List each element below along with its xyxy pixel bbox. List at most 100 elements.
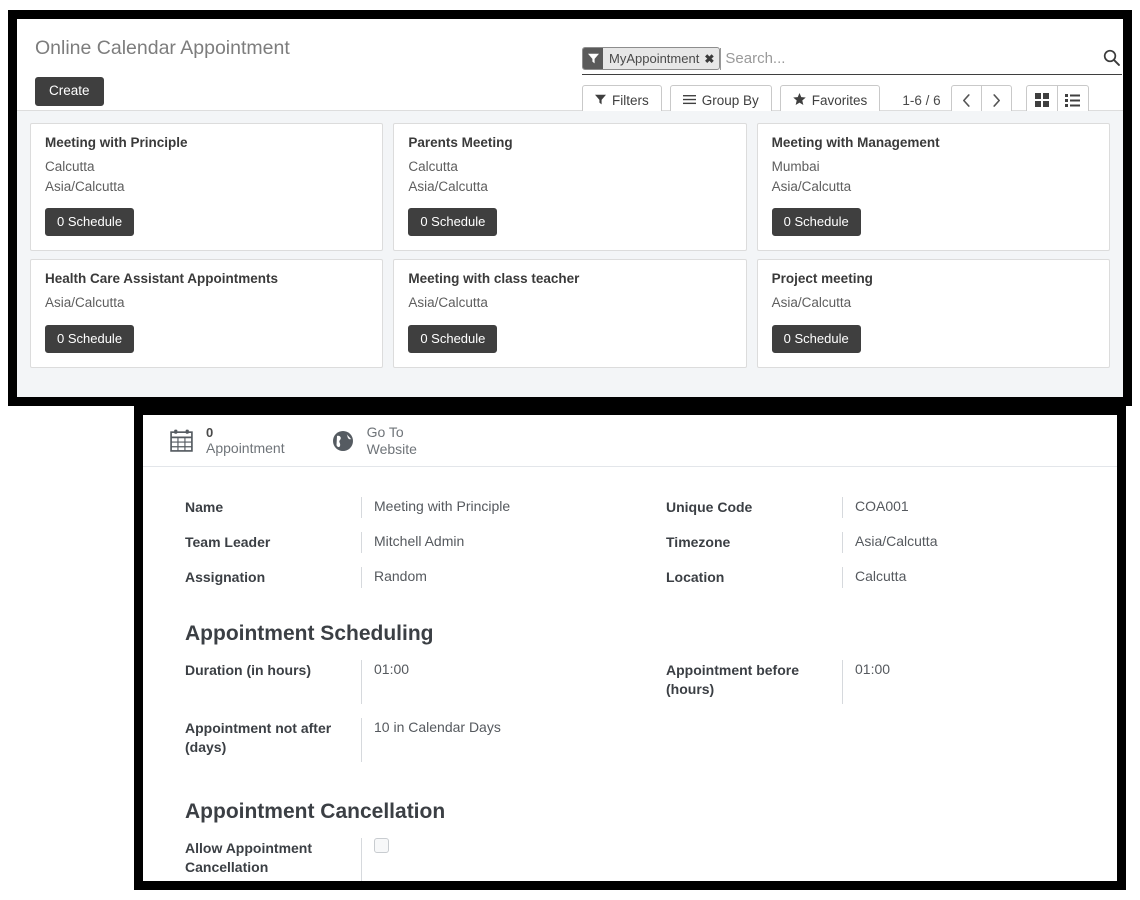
field-appointment-not-after: Appointment not after (days) 10 in Calen… <box>185 718 630 762</box>
stat-button-appointment[interactable]: 0 Appointment <box>169 425 285 457</box>
stat-button-website[interactable]: Go To Website <box>331 424 417 457</box>
schedule-button[interactable]: 0 Schedule <box>772 325 861 353</box>
scheduling-grid-row1: Duration (in hours) 01:00 Appointment be… <box>185 660 1075 718</box>
kanban-card-location: Mumbai <box>772 157 1095 177</box>
cancellation-grid: Allow Appointment Cancellation <box>185 838 1075 881</box>
scheduling-column-right-2 <box>630 718 1075 776</box>
kanban-card-timezone: Asia/Calcutta <box>408 177 731 197</box>
screen: Online Calendar Appointment Create MyApp… <box>0 0 1140 900</box>
favorites-button-label: Favorites <box>812 93 868 108</box>
kanban-card[interactable]: Parents Meeting Calcutta Asia/Calcutta 0… <box>388 119 751 255</box>
section-title-scheduling: Appointment Scheduling <box>185 622 1075 646</box>
form-column-right: Unique Code COA001 Timezone Asia/Calcutt… <box>630 497 1075 602</box>
stat-button-bar: 0 Appointment Go To Website <box>143 415 1117 467</box>
search-facet-label: MyAppointment <box>603 48 703 69</box>
field-label: Appointment before (hours) <box>666 660 842 699</box>
field-label: Location <box>666 567 842 587</box>
globe-icon <box>331 429 355 453</box>
field-value[interactable]: 10 in Calendar Days <box>361 718 630 762</box>
kanban-card[interactable]: Meeting with Management Mumbai Asia/Calc… <box>752 119 1115 255</box>
field-appointment-before: Appointment before (hours) 01:00 <box>666 660 1075 704</box>
kanban-card-timezone: Asia/Calcutta <box>772 293 1095 313</box>
kanban-card-body: Project meeting Asia/Calcutta 0 Schedule <box>757 259 1110 368</box>
stat-label: Website <box>367 441 417 458</box>
kanban-card[interactable]: Health Care Assistant Appointments Asia/… <box>25 255 388 372</box>
field-value <box>361 838 630 881</box>
kanban-list-panel: Online Calendar Appointment Create MyApp… <box>8 10 1132 406</box>
scheduling-column-left: Duration (in hours) 01:00 <box>185 660 630 718</box>
search-input[interactable] <box>720 48 1103 70</box>
cancellation-column-left: Allow Appointment Cancellation <box>185 838 630 881</box>
list-lines-icon <box>683 94 696 107</box>
field-label: Appointment not after (days) <box>185 718 361 757</box>
filters-button-label: Filters <box>612 93 649 108</box>
field-value[interactable]: 01:00 <box>361 660 630 704</box>
search-icon[interactable] <box>1103 49 1122 69</box>
pager-label[interactable]: 1-6 / 6 <box>902 93 940 108</box>
calendar-icon <box>169 428 194 453</box>
kanban-card-body: Meeting with Management Mumbai Asia/Calc… <box>757 123 1110 251</box>
close-icon[interactable]: ✖ <box>703 48 719 69</box>
field-location: Location Calcutta <box>666 567 1075 588</box>
field-label: Unique Code <box>666 497 842 517</box>
field-value[interactable]: Random <box>361 567 630 588</box>
filter-icon <box>595 94 606 107</box>
kanban-card-title: Meeting with Principle <box>45 135 368 150</box>
field-value[interactable]: Mitchell Admin <box>361 532 630 553</box>
field-value[interactable]: 01:00 <box>842 660 1075 704</box>
kanban-card-timezone: Asia/Calcutta <box>45 293 368 313</box>
field-label: Team Leader <box>185 532 361 552</box>
search-facet-myappointment[interactable]: MyAppointment ✖ <box>582 47 720 70</box>
form-top-grid: Name Meeting with Principle Team Leader … <box>185 497 1075 602</box>
kanban-card-body: Meeting with Principle Calcutta Asia/Cal… <box>30 123 383 251</box>
kanban-card-title: Project meeting <box>772 271 1095 286</box>
field-label: Allow Appointment Cancellation <box>185 838 361 877</box>
field-label: Duration (in hours) <box>185 660 361 680</box>
kanban-card-timezone: Asia/Calcutta <box>45 177 368 197</box>
kanban-card-title: Parents Meeting <box>408 135 731 150</box>
kanban-card-location: Calcutta <box>45 157 368 177</box>
kanban-card-location: Calcutta <box>408 157 731 177</box>
allow-cancellation-checkbox[interactable] <box>374 838 389 853</box>
kanban-card-title: Health Care Assistant Appointments <box>45 271 368 286</box>
kanban-card-title: Meeting with Management <box>772 135 1095 150</box>
form-panel: 0 Appointment Go To Website <box>134 406 1126 890</box>
control-panel: Online Calendar Appointment Create MyApp… <box>17 19 1123 111</box>
kanban-card[interactable]: Meeting with Principle Calcutta Asia/Cal… <box>25 119 388 255</box>
page-title: Online Calendar Appointment <box>35 37 290 60</box>
field-duration: Duration (in hours) 01:00 <box>185 660 630 704</box>
star-icon <box>793 93 806 107</box>
filter-icon <box>583 48 603 69</box>
groupby-button-label: Group By <box>702 93 759 108</box>
stat-value: Go To <box>367 424 417 441</box>
form-panel-inner: 0 Appointment Go To Website <box>143 415 1117 881</box>
section-title-cancellation: Appointment Cancellation <box>185 800 1075 824</box>
kanban-card-body: Parents Meeting Calcutta Asia/Calcutta 0… <box>393 123 746 251</box>
schedule-button[interactable]: 0 Schedule <box>408 325 497 353</box>
kanban-list-panel-inner: Online Calendar Appointment Create MyApp… <box>17 19 1123 397</box>
schedule-button[interactable]: 0 Schedule <box>408 208 497 236</box>
cancellation-column-right <box>630 838 1075 881</box>
schedule-button[interactable]: 0 Schedule <box>45 325 134 353</box>
kanban-card-grid: Meeting with Principle Calcutta Asia/Cal… <box>17 111 1123 397</box>
field-value[interactable]: Calcutta <box>842 567 1075 588</box>
field-allow-cancellation: Allow Appointment Cancellation <box>185 838 630 881</box>
kanban-card[interactable]: Meeting with class teacher Asia/Calcutta… <box>388 255 751 372</box>
field-label: Timezone <box>666 532 842 552</box>
kanban-card-body: Health Care Assistant Appointments Asia/… <box>30 259 383 368</box>
schedule-button[interactable]: 0 Schedule <box>772 208 861 236</box>
schedule-button[interactable]: 0 Schedule <box>45 208 134 236</box>
search-view[interactable]: MyAppointment ✖ <box>582 43 1122 75</box>
field-label: Name <box>185 497 361 517</box>
field-timezone: Timezone Asia/Calcutta <box>666 532 1075 553</box>
stat-button-text: 0 Appointment <box>206 425 285 457</box>
scheduling-column-right: Appointment before (hours) 01:00 <box>630 660 1075 718</box>
field-value[interactable]: Meeting with Principle <box>361 497 630 518</box>
field-label: Assignation <box>185 567 361 587</box>
field-value[interactable]: COA001 <box>842 497 1075 518</box>
kanban-card[interactable]: Project meeting Asia/Calcutta 0 Schedule <box>752 255 1115 372</box>
scheduling-column-left-2: Appointment not after (days) 10 in Calen… <box>185 718 630 776</box>
create-button[interactable]: Create <box>35 77 104 106</box>
field-value[interactable]: Asia/Calcutta <box>842 532 1075 553</box>
field-team-leader: Team Leader Mitchell Admin <box>185 532 630 553</box>
